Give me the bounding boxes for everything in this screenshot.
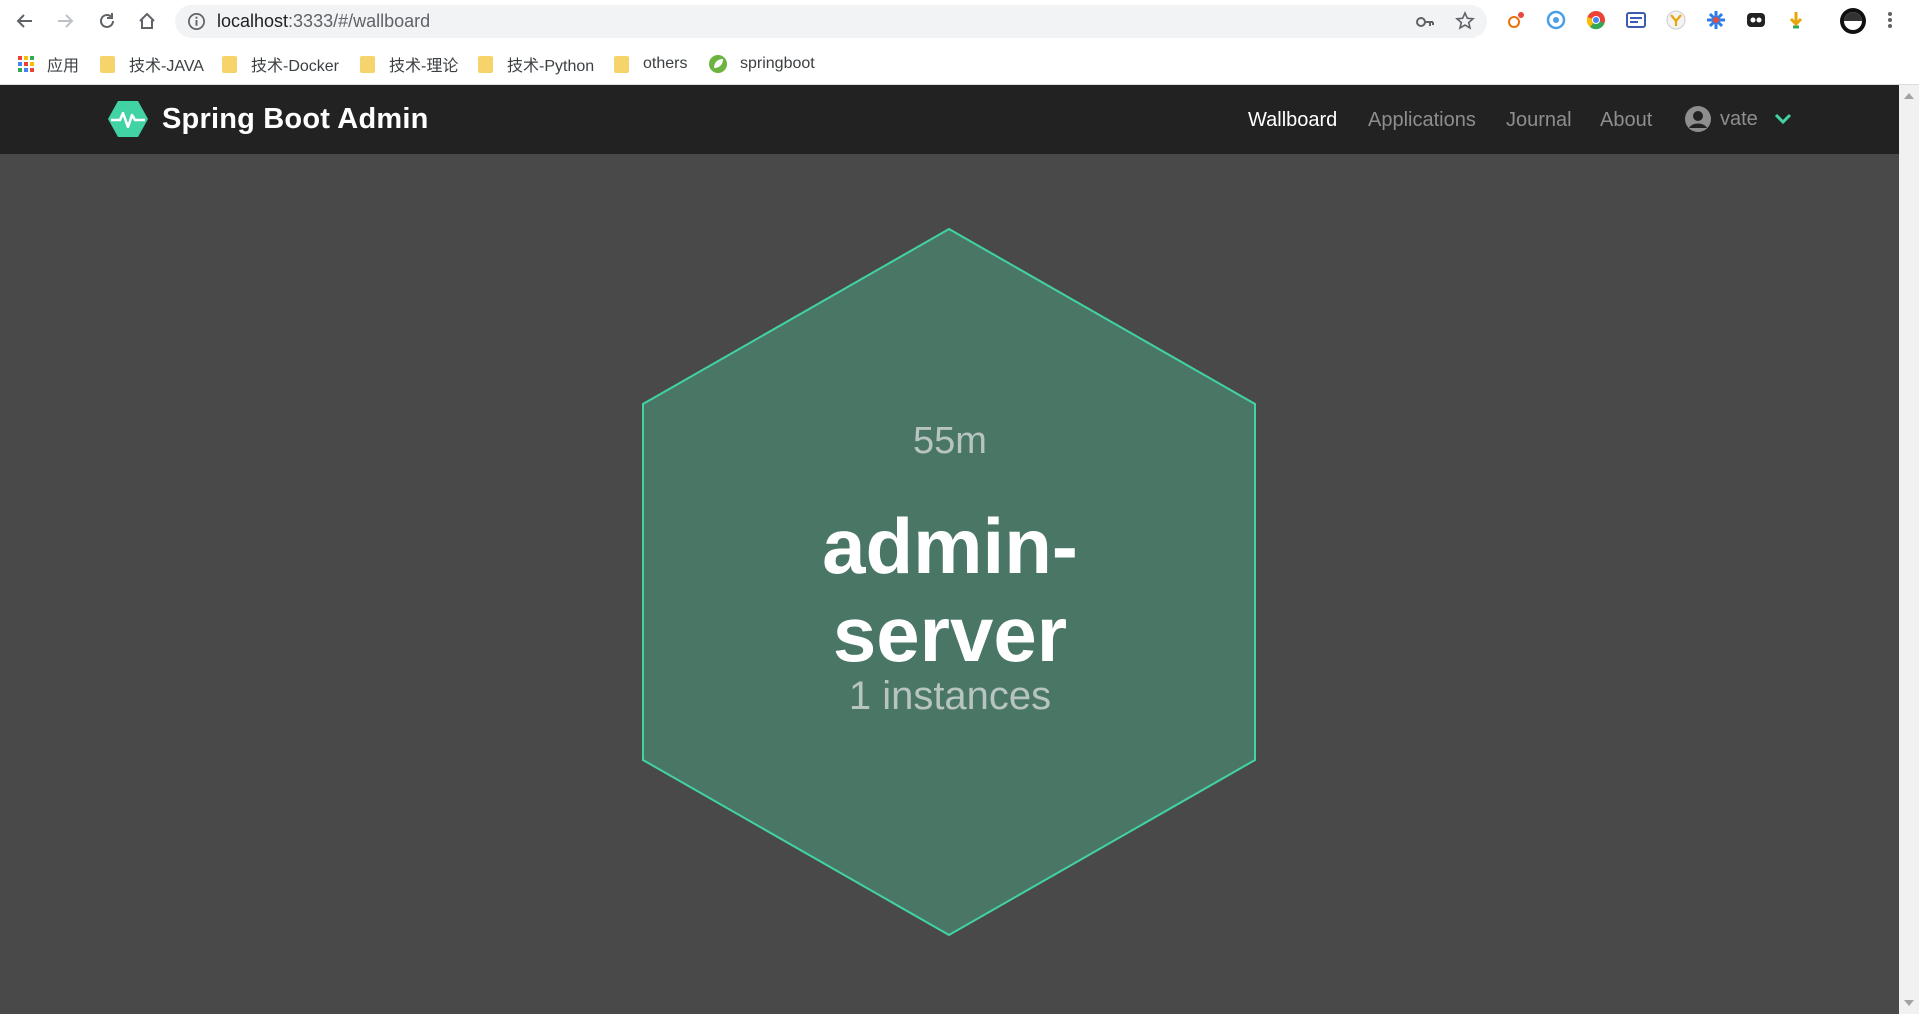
home-icon[interactable] bbox=[136, 10, 158, 32]
app-navbar: Spring Boot Admin Wallboard Applications… bbox=[0, 85, 1899, 154]
app-name-line: admin- bbox=[822, 502, 1078, 590]
brand-logo-icon bbox=[108, 101, 148, 137]
extension-icon[interactable] bbox=[1666, 10, 1688, 32]
download-icon[interactable] bbox=[1786, 10, 1808, 32]
bookmark-folder[interactable]: 技术-理论 bbox=[360, 53, 458, 75]
bookmark-label: 技术-理论 bbox=[389, 58, 459, 75]
nav-wallboard[interactable]: Wallboard bbox=[1248, 109, 1337, 132]
chevron-down-icon bbox=[1774, 113, 1791, 125]
star-icon[interactable] bbox=[1455, 11, 1475, 36]
browser-toolbar: localhost:3333/#/wallboard bbox=[0, 0, 1919, 43]
bookmark-springboot[interactable]: springboot bbox=[708, 53, 815, 75]
scroll-down-icon[interactable] bbox=[1899, 996, 1919, 1010]
folder-icon bbox=[614, 55, 629, 73]
extension-icon[interactable] bbox=[1706, 10, 1728, 32]
bookmark-label: springboot bbox=[740, 55, 815, 72]
nav-applications[interactable]: Applications bbox=[1368, 109, 1476, 132]
folder-icon bbox=[478, 55, 493, 73]
app-uptime: 55m bbox=[913, 420, 987, 462]
back-icon[interactable] bbox=[14, 10, 36, 32]
app-instances: 1 instances bbox=[848, 674, 1052, 718]
forward-icon[interactable] bbox=[54, 10, 76, 32]
bookmark-folder[interactable]: 技术-JAVA bbox=[100, 53, 204, 75]
extension-icon[interactable] bbox=[1746, 10, 1768, 32]
app-name: admin- server bbox=[640, 502, 1260, 678]
bookmark-folder[interactable]: others bbox=[614, 53, 687, 75]
wallboard: 55m admin- server 1 instances bbox=[0, 154, 1899, 1014]
apps-grid-icon bbox=[18, 55, 34, 72]
folder-icon bbox=[222, 55, 237, 73]
extension-icon[interactable] bbox=[1546, 10, 1568, 32]
info-icon[interactable] bbox=[187, 12, 206, 36]
brand-title: Spring Boot Admin bbox=[162, 102, 429, 135]
bookmark-label: 技术-Docker bbox=[251, 58, 340, 75]
extension-icon[interactable] bbox=[1626, 10, 1648, 32]
app-name-line: server bbox=[832, 590, 1068, 678]
bookmark-label: 技术-Python bbox=[507, 58, 595, 75]
key-icon[interactable] bbox=[1415, 13, 1435, 36]
profile-avatar-icon[interactable] bbox=[1839, 7, 1867, 35]
bookmark-label: 技术-JAVA bbox=[129, 58, 204, 75]
user-circle-icon bbox=[1685, 106, 1711, 132]
user-menu[interactable]: vate bbox=[1684, 105, 1792, 133]
user-name: vate bbox=[1720, 107, 1758, 130]
url-text: localhost:3333/#/wallboard bbox=[217, 11, 431, 31]
spring-leaf-icon bbox=[709, 55, 727, 73]
folder-icon bbox=[100, 55, 115, 73]
nav-journal[interactable]: Journal bbox=[1506, 109, 1572, 132]
bookmark-folder[interactable]: 技术-Docker bbox=[222, 53, 339, 75]
address-bar[interactable]: localhost:3333/#/wallboard bbox=[175, 5, 1487, 38]
bookmark-apps[interactable]: 应用 bbox=[18, 53, 79, 75]
menu-kebab-icon[interactable] bbox=[1886, 10, 1908, 32]
bookmark-label: 应用 bbox=[47, 58, 80, 75]
page-scrollbar[interactable] bbox=[1899, 85, 1919, 1014]
chrome-icon[interactable] bbox=[1586, 10, 1608, 32]
folder-icon bbox=[360, 55, 375, 73]
reload-icon[interactable] bbox=[96, 10, 118, 32]
bookmark-label: others bbox=[643, 55, 688, 72]
nav-about[interactable]: About bbox=[1600, 109, 1652, 132]
scroll-up-icon[interactable] bbox=[1899, 89, 1919, 103]
bookmark-folder[interactable]: 技术-Python bbox=[478, 53, 594, 75]
brand[interactable]: Spring Boot Admin bbox=[108, 100, 429, 138]
extension-icon[interactable] bbox=[1506, 10, 1528, 32]
bookmarks-bar: 应用 技术-JAVA 技术-Docker 技术-理论 技术-Python oth… bbox=[0, 43, 1919, 85]
